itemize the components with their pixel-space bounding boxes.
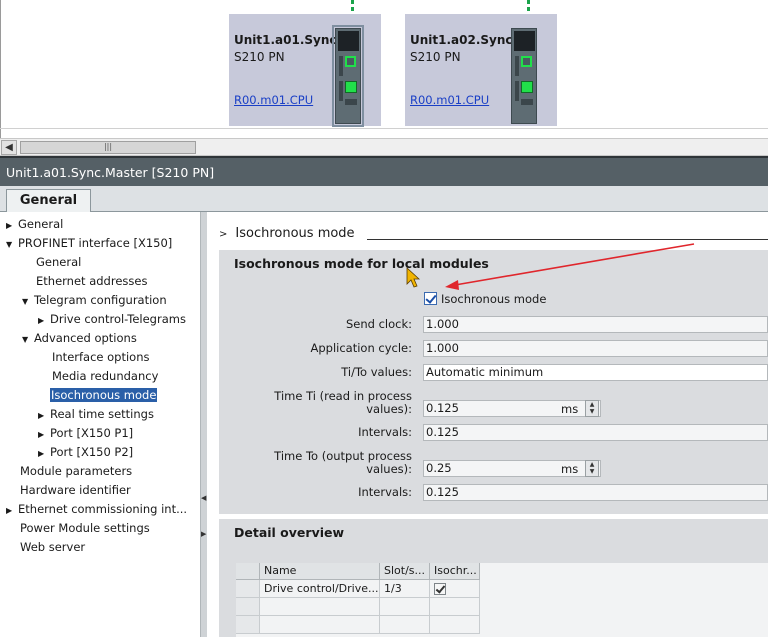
- annotation-arrow-icon: [445, 243, 695, 290]
- annotation-overlay: [406, 243, 695, 290]
- mouse-cursor-icon: [406, 267, 421, 288]
